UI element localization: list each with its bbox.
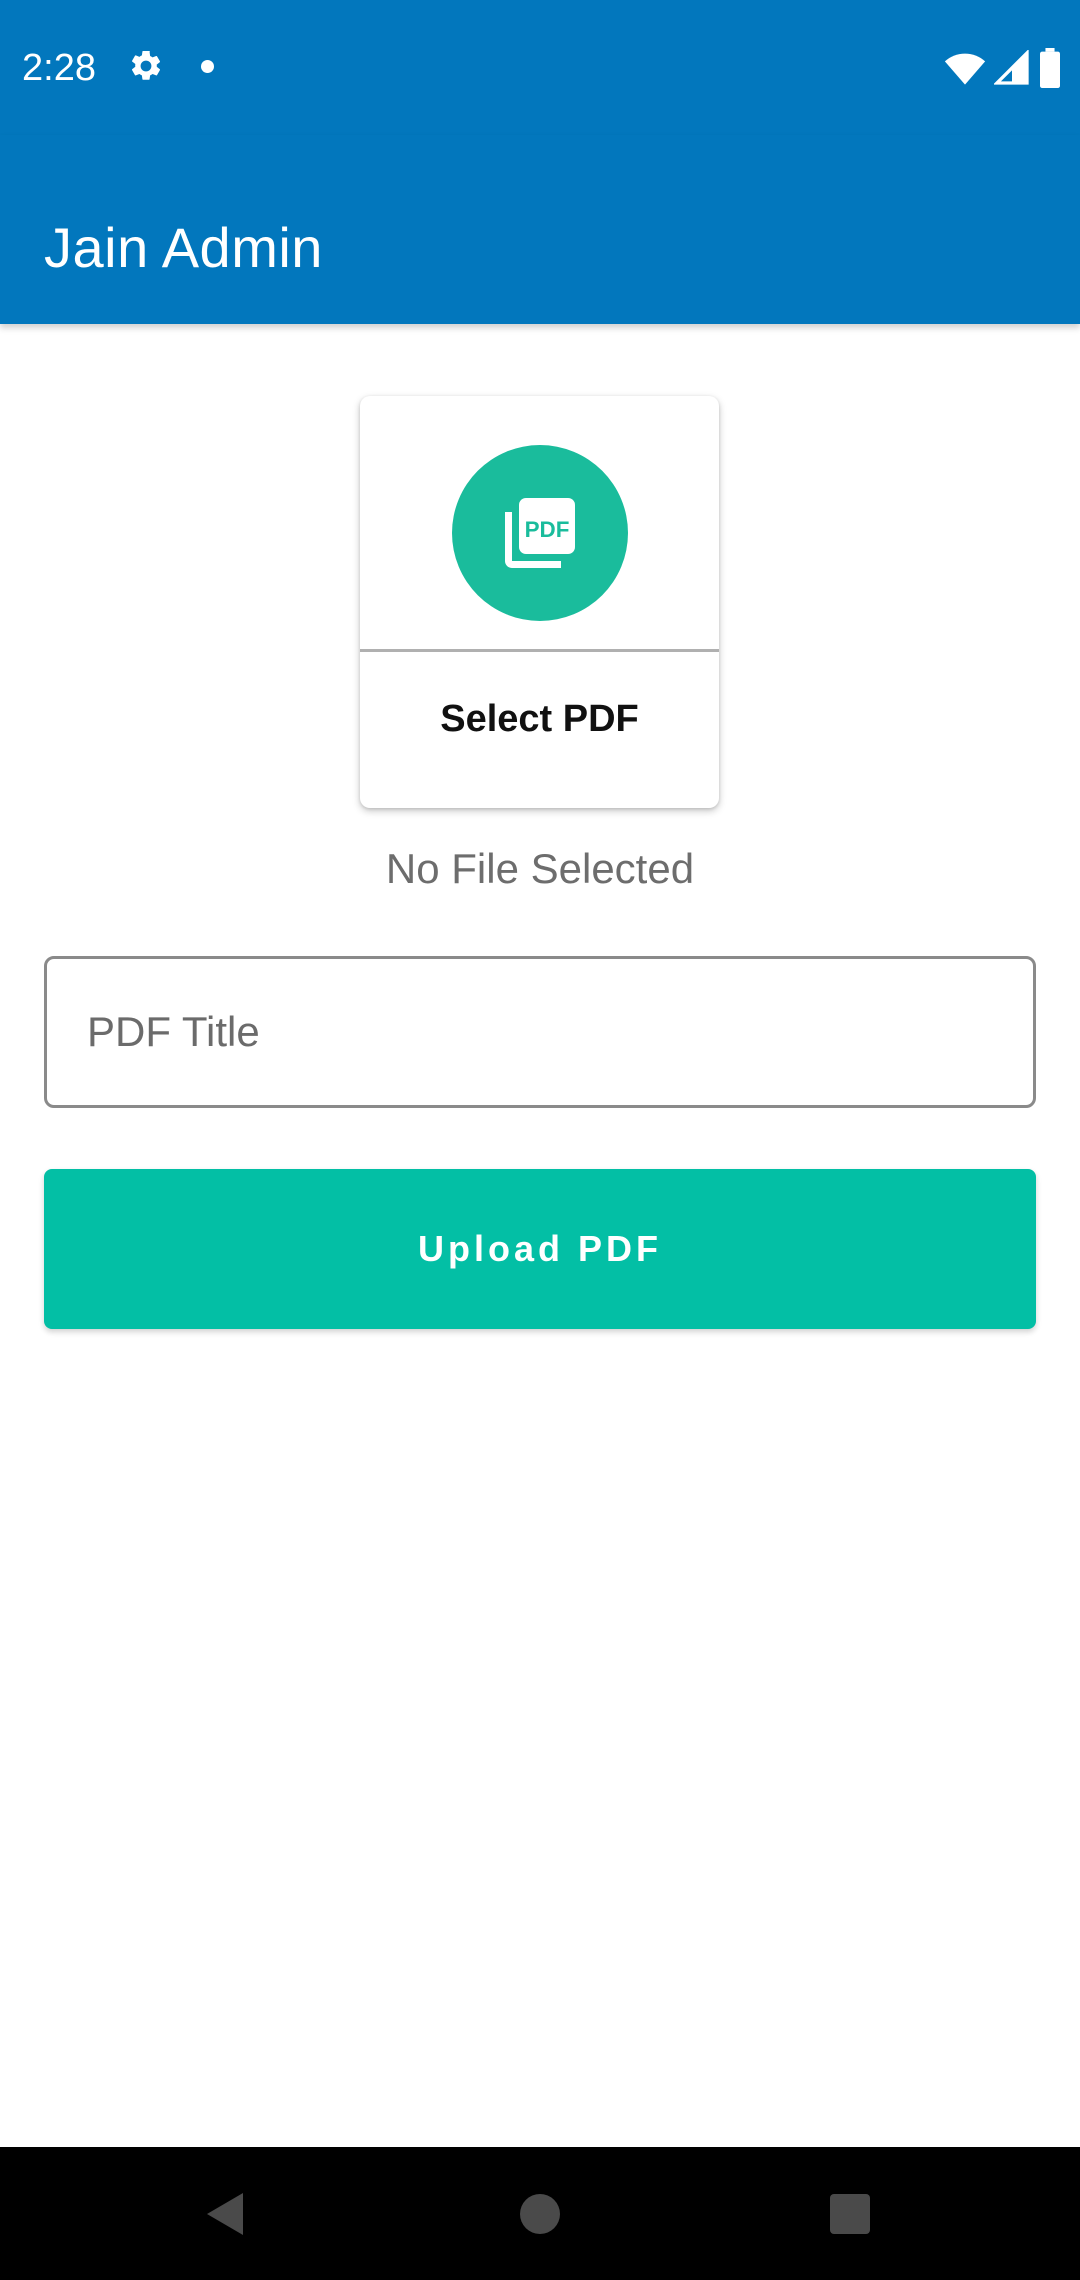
- page-title: Jain Admin: [44, 216, 323, 279]
- pdf-title-input[interactable]: [44, 956, 1036, 1108]
- signal-icon: [994, 50, 1029, 85]
- pdf-icon-text: PDF: [525, 517, 570, 542]
- notification-dot-icon: [201, 60, 214, 73]
- screen: 2:28 Jain Admin PDF Select PDF No File S…: [0, 0, 1080, 2280]
- wifi-icon: [944, 53, 986, 85]
- file-status-text: No File Selected: [385, 845, 695, 892]
- pdf-icon: PDF: [505, 498, 575, 568]
- battery-icon: [1040, 48, 1060, 88]
- upload-pdf-button[interactable]: Upload PDF: [44, 1169, 1036, 1329]
- gear-icon: [131, 50, 161, 80]
- recents-icon[interactable]: [830, 2194, 870, 2234]
- status-icons: [944, 48, 1062, 88]
- select-pdf-label: Select PDF: [440, 698, 639, 740]
- status-bar: 2:28: [0, 0, 1080, 135]
- card-divider: [360, 649, 719, 652]
- status-time: 2:28: [22, 47, 96, 89]
- select-pdf-card[interactable]: PDF Select PDF: [360, 396, 719, 808]
- home-icon[interactable]: [520, 2194, 560, 2234]
- back-icon[interactable]: [205, 2191, 245, 2237]
- navigation-bar: [0, 2147, 1080, 2280]
- app-bar: Jain Admin: [0, 135, 1080, 324]
- pdf-icon-circle: PDF: [452, 445, 628, 621]
